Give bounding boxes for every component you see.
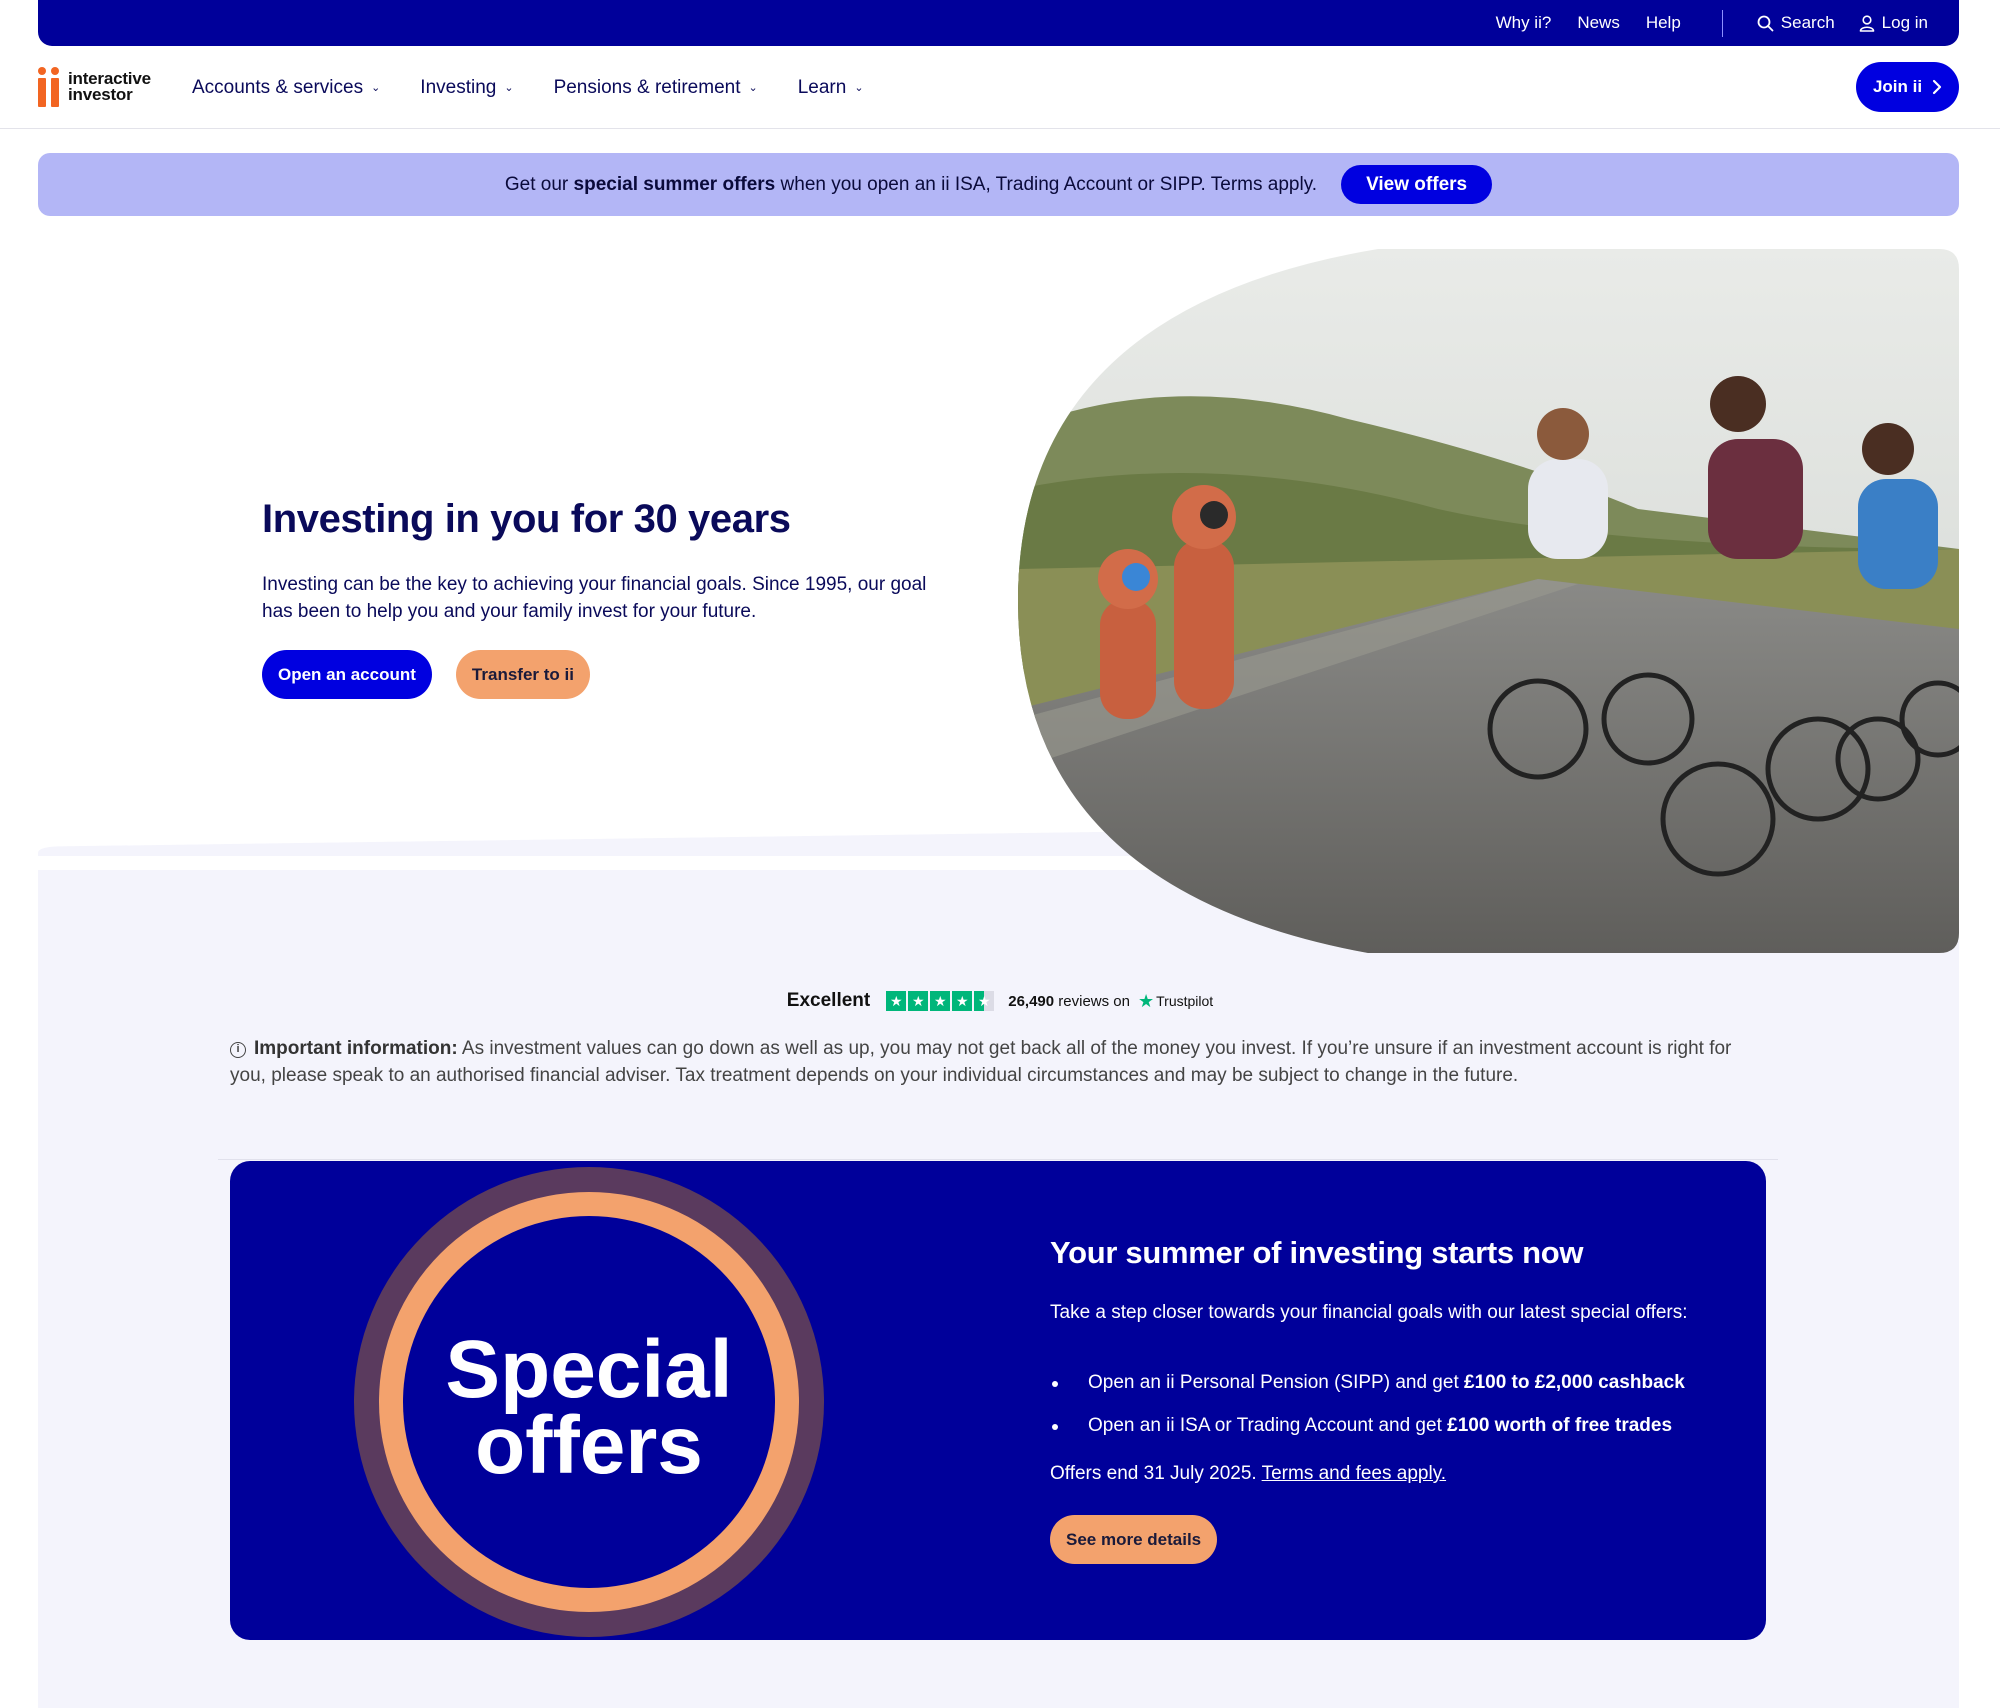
utility-links: Why ii? News Help Search Log in xyxy=(1470,0,1928,46)
utility-bar: Why ii? News Help Search Log in xyxy=(38,0,1959,46)
nav-item-learn[interactable]: Learn ⌄ xyxy=(798,77,864,99)
open-account-button[interactable]: Open an account xyxy=(262,650,432,699)
search-label: Search xyxy=(1780,13,1835,32)
info-icon: i xyxy=(230,1042,246,1058)
offer-divider xyxy=(218,1159,1778,1160)
review-count: 26,490 reviews on xyxy=(1008,992,1130,1010)
trustpilot-star-icon: ★ xyxy=(1138,990,1155,1011)
nav-item-pensions-retirement[interactable]: Pensions & retirement ⌄ xyxy=(554,77,758,99)
hero-title: Investing in you for 30 years xyxy=(262,497,791,541)
offer-description: Take a step closer towards your financia… xyxy=(1050,1302,1688,1323)
utility-divider xyxy=(1721,9,1723,37)
nav-menu: Accounts & services ⌄ Investing ⌄ Pensions… xyxy=(192,46,904,129)
offer-item-sipp: Open an ii Personal Pension (SIPP) and g… xyxy=(1050,1369,1685,1396)
badge-line-2: offers xyxy=(475,1400,703,1491)
offer-title: Your summer of investing starts now xyxy=(1050,1235,1584,1270)
nav-item-accounts-services[interactable]: Accounts & services ⌄ xyxy=(192,77,380,99)
search-icon xyxy=(1757,15,1774,31)
interactive-investor-logo[interactable]: interactive investor xyxy=(38,67,151,107)
special-offers-badge: Special offers xyxy=(354,1167,824,1637)
half-star-icon: ★ xyxy=(974,991,995,1011)
chevron-right-icon xyxy=(1932,79,1942,95)
why-ii-link[interactable]: Why ii? xyxy=(1496,13,1552,33)
star-icon: ★ xyxy=(908,991,929,1011)
join-ii-button[interactable]: Join ii xyxy=(1856,62,1959,112)
star-icon: ★ xyxy=(886,991,907,1011)
help-link[interactable]: Help xyxy=(1646,13,1681,33)
view-offers-button[interactable]: View offers xyxy=(1341,165,1493,204)
chevron-down-icon: ⌄ xyxy=(504,82,514,94)
hero-buttons: Open an account Transfer to ii xyxy=(262,650,590,699)
rating-word: Excellent xyxy=(786,990,871,1011)
nav-item-investing[interactable]: Investing ⌄ xyxy=(420,77,513,99)
terms-link[interactable]: Terms and fees apply. xyxy=(1262,1463,1446,1484)
star-icon: ★ xyxy=(952,991,973,1011)
trustpilot-rating[interactable]: Excellent ★ ★ ★ ★ ★ 26,490 reviews on ★ T… xyxy=(0,990,2000,1012)
login-label: Log in xyxy=(1881,13,1928,32)
news-link[interactable]: News xyxy=(1577,13,1620,33)
hero-image-cyclists xyxy=(1018,249,1959,953)
main-navigation: interactive investor Accounts & services… xyxy=(0,46,2000,129)
offer-end-text: Offers end 31 July 2025. Terms and fees … xyxy=(1050,1463,1447,1484)
chevron-down-icon: ⌄ xyxy=(748,82,758,94)
offer-item-isa: Open an ii ISA or Trading Account and ge… xyxy=(1050,1412,1685,1439)
see-more-details-button[interactable]: See more details xyxy=(1050,1515,1218,1564)
login-link[interactable]: Log in xyxy=(1859,13,1928,33)
ii-logo-mark xyxy=(38,67,62,107)
star-icon: ★ xyxy=(930,991,951,1011)
search-link[interactable]: Search xyxy=(1757,13,1835,33)
trustpilot-logo: ★ Trustpilot xyxy=(1138,990,1214,1011)
promo-text: Get our special summer offers when you o… xyxy=(504,173,1318,195)
important-information: i Important information: As investment va… xyxy=(230,1038,1732,1086)
hero-description: Investing can be the key to achieving yo… xyxy=(262,574,927,622)
user-icon xyxy=(1859,14,1874,32)
transfer-to-ii-button[interactable]: Transfer to ii xyxy=(455,650,590,699)
chevron-down-icon: ⌄ xyxy=(854,82,864,94)
special-offers-card: Special offers Your summer of investing … xyxy=(230,1161,1766,1640)
chevron-down-icon: ⌄ xyxy=(371,82,381,94)
rating-stars: ★ ★ ★ ★ ★ xyxy=(886,991,996,1011)
promo-banner: Get our special summer offers when you o… xyxy=(38,153,1959,216)
logo-wordmark: interactive investor xyxy=(68,69,151,104)
offer-list: Open an ii Personal Pension (SIPP) and g… xyxy=(1050,1369,1685,1455)
